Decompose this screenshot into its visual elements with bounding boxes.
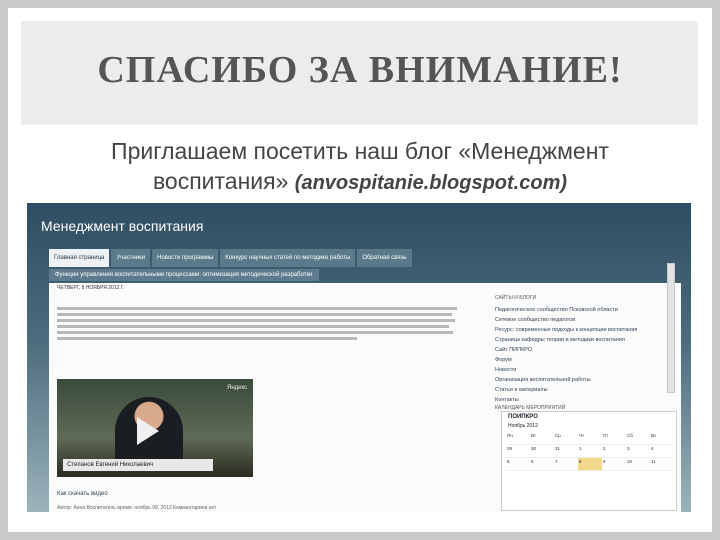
sidebar-link[interactable]: Страница кафедры теории и методики воспи… xyxy=(495,335,675,345)
sidebar-link[interactable]: Сетевое сообщество педагогов xyxy=(495,315,675,325)
calendar-date-highlighted[interactable]: 8 xyxy=(578,458,602,471)
calendar-brand: ПОИПКРО xyxy=(508,414,538,420)
tab-news[interactable]: Новости программы xyxy=(152,249,219,267)
calendar-date[interactable]: 30 xyxy=(530,445,554,458)
calendar-date[interactable]: 3 xyxy=(626,445,650,458)
calendar-date[interactable]: 6 xyxy=(530,458,554,471)
blog-url[interactable]: (anvospitanie.blogspot.com) xyxy=(295,172,567,194)
calendar-widget[interactable]: ПОИПКРО Ноябрь 2012 Пн Вт Ср Чт Пт Сб Вс… xyxy=(501,411,677,511)
blog-screenshot: Менеджмент воспитания Главная страница У… xyxy=(27,203,691,512)
video-download-link[interactable]: Как скачать видео xyxy=(57,491,108,497)
sidebar-link[interactable]: Новости xyxy=(495,365,675,375)
video-caption: Степанов Евгений Николаевич xyxy=(63,459,213,471)
post-text-line xyxy=(57,337,357,340)
calendar-date[interactable]: 7 xyxy=(554,458,578,471)
blog-title[interactable]: Менеджмент воспитания xyxy=(41,218,203,234)
calendar-date[interactable]: 11 xyxy=(650,458,674,471)
tab-contest[interactable]: Конкурс научных статей по методике работ… xyxy=(220,249,356,267)
subtitle-blog-name: воспитания» xyxy=(152,168,289,194)
post-text-line xyxy=(57,325,449,328)
video-logo: Яндекс xyxy=(227,385,248,391)
tab-participants[interactable]: Участники xyxy=(111,249,151,267)
calendar-day-header: Чт xyxy=(578,432,602,445)
calendar-date[interactable]: 31 xyxy=(554,445,578,458)
calendar-date[interactable]: 29 xyxy=(506,445,530,458)
slide-title: СПАСИБО ЗА ВНИМАНИЕ! xyxy=(97,49,623,91)
post-text-line xyxy=(57,307,457,310)
blog-tabs: Главная страница Участники Новости прогр… xyxy=(49,249,414,267)
sidebar-link[interactable]: Контакты xyxy=(495,395,675,405)
calendar-date[interactable]: 4 xyxy=(650,445,674,458)
calendar-date[interactable]: 5 xyxy=(506,458,530,471)
sidebar-link[interactable]: Форум xyxy=(495,355,675,365)
calendar-day-header: Вс xyxy=(650,432,674,445)
scrollbar[interactable] xyxy=(667,263,675,393)
calendar-day-header: Сб xyxy=(626,432,650,445)
post-footer: Автор: Анна Воспитатель время: ноябрь 08… xyxy=(57,505,217,511)
calendar-day-header: Вт xyxy=(530,432,554,445)
calendar-grid: Пн Вт Ср Чт Пт Сб Вс 29 30 31 1 2 3 4 5 … xyxy=(506,432,674,510)
play-icon[interactable] xyxy=(137,417,159,445)
calendar-date[interactable]: 10 xyxy=(626,458,650,471)
sidebar-link[interactable]: Статьи и материалы xyxy=(495,385,675,395)
post-text-line xyxy=(57,313,452,316)
calendar-day-header: Ср xyxy=(554,432,578,445)
sidebar-heading: САЙТЫ И БЛОГИ xyxy=(495,295,537,301)
subtitle-line-1: Приглашаем посетить наш блог «Менеджмент xyxy=(111,138,609,164)
sidebar-links: САЙТЫ И БЛОГИ Педагогическое сообщество … xyxy=(495,295,675,405)
post-text-line xyxy=(57,319,455,322)
calendar-date[interactable]: 1 xyxy=(578,445,602,458)
calendar-day-header: Пт xyxy=(602,432,626,445)
tab-feedback[interactable]: Обратная связь xyxy=(357,249,412,267)
sidebar-link[interactable]: Педагогическое сообщество Псковской обла… xyxy=(495,305,675,315)
subtitle-line-2: воспитания» (anvospitanie.blogspot.com) xyxy=(0,166,720,198)
sidebar-link[interactable]: Организация воспитательной работы xyxy=(495,375,675,385)
tab-home[interactable]: Главная страница xyxy=(49,249,110,267)
calendar-day-header: Пн xyxy=(506,432,530,445)
slide-subtitle: Приглашаем посетить наш блог «Менеджмент… xyxy=(0,136,720,198)
post-text-line xyxy=(57,331,453,334)
calendar-date[interactable]: 2 xyxy=(602,445,626,458)
tab-functions[interactable]: Функции управления воспитательными проце… xyxy=(49,269,319,281)
sidebar-link[interactable]: Ресурс: современные подходы к концепции … xyxy=(495,325,675,335)
sidebar-link[interactable]: Сайт ПИПКРО xyxy=(495,345,675,355)
blog-content-panel: ЧЕТВЕРГ, 8 НОЯБРЯ 2012 Г. Яндекс Степано… xyxy=(49,283,681,512)
calendar-date[interactable]: 9 xyxy=(602,458,626,471)
calendar-month[interactable]: Ноябрь 2012 xyxy=(508,423,538,429)
video-player[interactable]: Яндекс Степанов Евгений Николаевич xyxy=(57,379,253,477)
post-date: ЧЕТВЕРГ, 8 НОЯБРЯ 2012 Г. xyxy=(57,285,125,291)
